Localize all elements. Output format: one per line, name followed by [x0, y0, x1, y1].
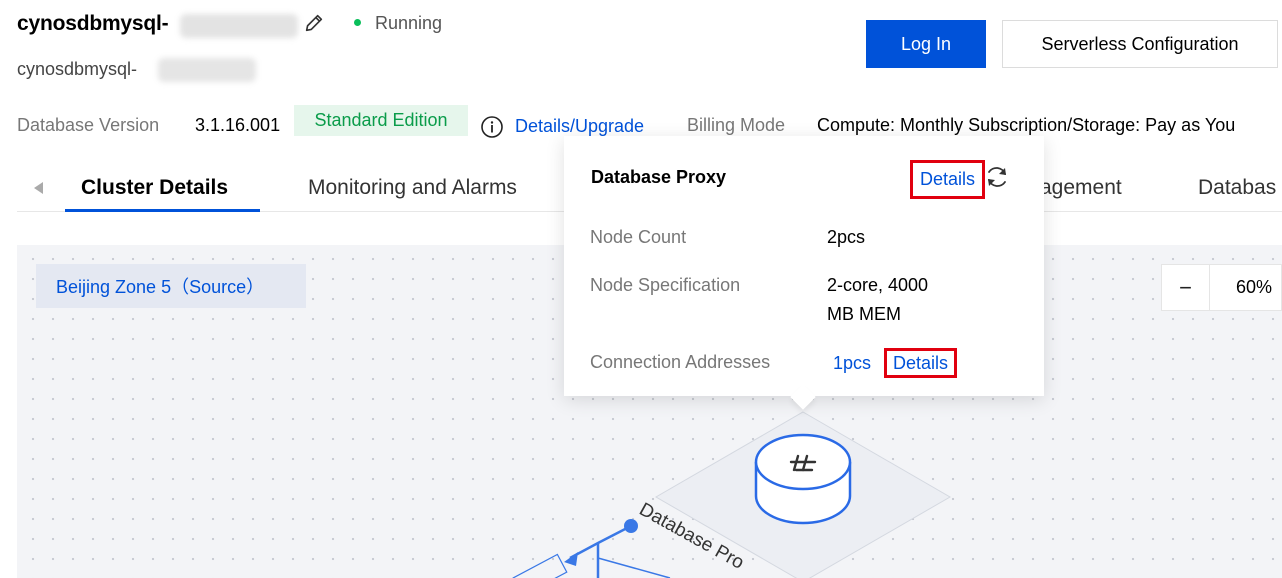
tab-scroll-left-icon[interactable]	[34, 182, 43, 194]
node-spec-value-line2: MB MEM	[827, 304, 901, 324]
details-upgrade-link[interactable]: Details/Upgrade	[515, 116, 644, 137]
node-count-label: Node Count	[590, 227, 687, 247]
zoom-control: − 60%	[1161, 264, 1282, 311]
refresh-icon[interactable]	[984, 164, 1010, 190]
serverless-configuration-button[interactable]: Serverless Configuration	[1002, 20, 1278, 68]
zoom-level: 60%	[1236, 277, 1273, 297]
login-button[interactable]: Log In	[866, 20, 986, 68]
zoom-out-button[interactable]: −	[1162, 265, 1210, 310]
database-version-value: 3.1.16.001	[195, 115, 281, 135]
connection-count-link[interactable]: 1pcs	[833, 353, 871, 374]
info-icon[interactable]	[480, 115, 504, 139]
instance-subtitle: cynosdbmysql-	[17, 59, 138, 79]
node-spec-label: Node Specification	[590, 275, 741, 295]
instance-title: cynosdbmysql-	[17, 12, 169, 35]
popover-title: Database Proxy	[591, 167, 727, 187]
active-tab-indicator	[65, 209, 260, 212]
node-spec-value-line1: 2-core, 4000	[827, 275, 929, 295]
connection-addresses-label: Connection Addresses	[590, 352, 771, 372]
tab-monitoring-alarms[interactable]: Monitoring and Alarms	[308, 176, 517, 200]
database-proxy-diagram[interactable]: Database Pro	[500, 400, 960, 578]
proxy-details-link[interactable]: Details	[910, 160, 985, 199]
redacted-id	[180, 14, 298, 38]
redacted-subid	[158, 58, 256, 82]
billing-mode-value: Compute: Monthly Subscription/Storage: P…	[817, 115, 1236, 135]
database-version-label: Database Version	[17, 115, 160, 135]
billing-mode-label: Billing Mode	[687, 115, 786, 135]
tab-management[interactable]: agement	[1040, 176, 1122, 200]
tab-database[interactable]: Databas	[1198, 176, 1276, 200]
zone-badge: Beijing Zone 5（Source）	[36, 264, 306, 308]
status-text: Running	[375, 13, 443, 33]
pencil-icon[interactable]	[303, 12, 325, 34]
node-count-value: 2pcs	[827, 227, 866, 247]
tab-cluster-details[interactable]: Cluster Details	[81, 176, 228, 200]
edition-badge: Standard Edition	[294, 105, 468, 136]
connection-details-link[interactable]: Details	[884, 348, 957, 378]
status-dot	[354, 19, 361, 26]
